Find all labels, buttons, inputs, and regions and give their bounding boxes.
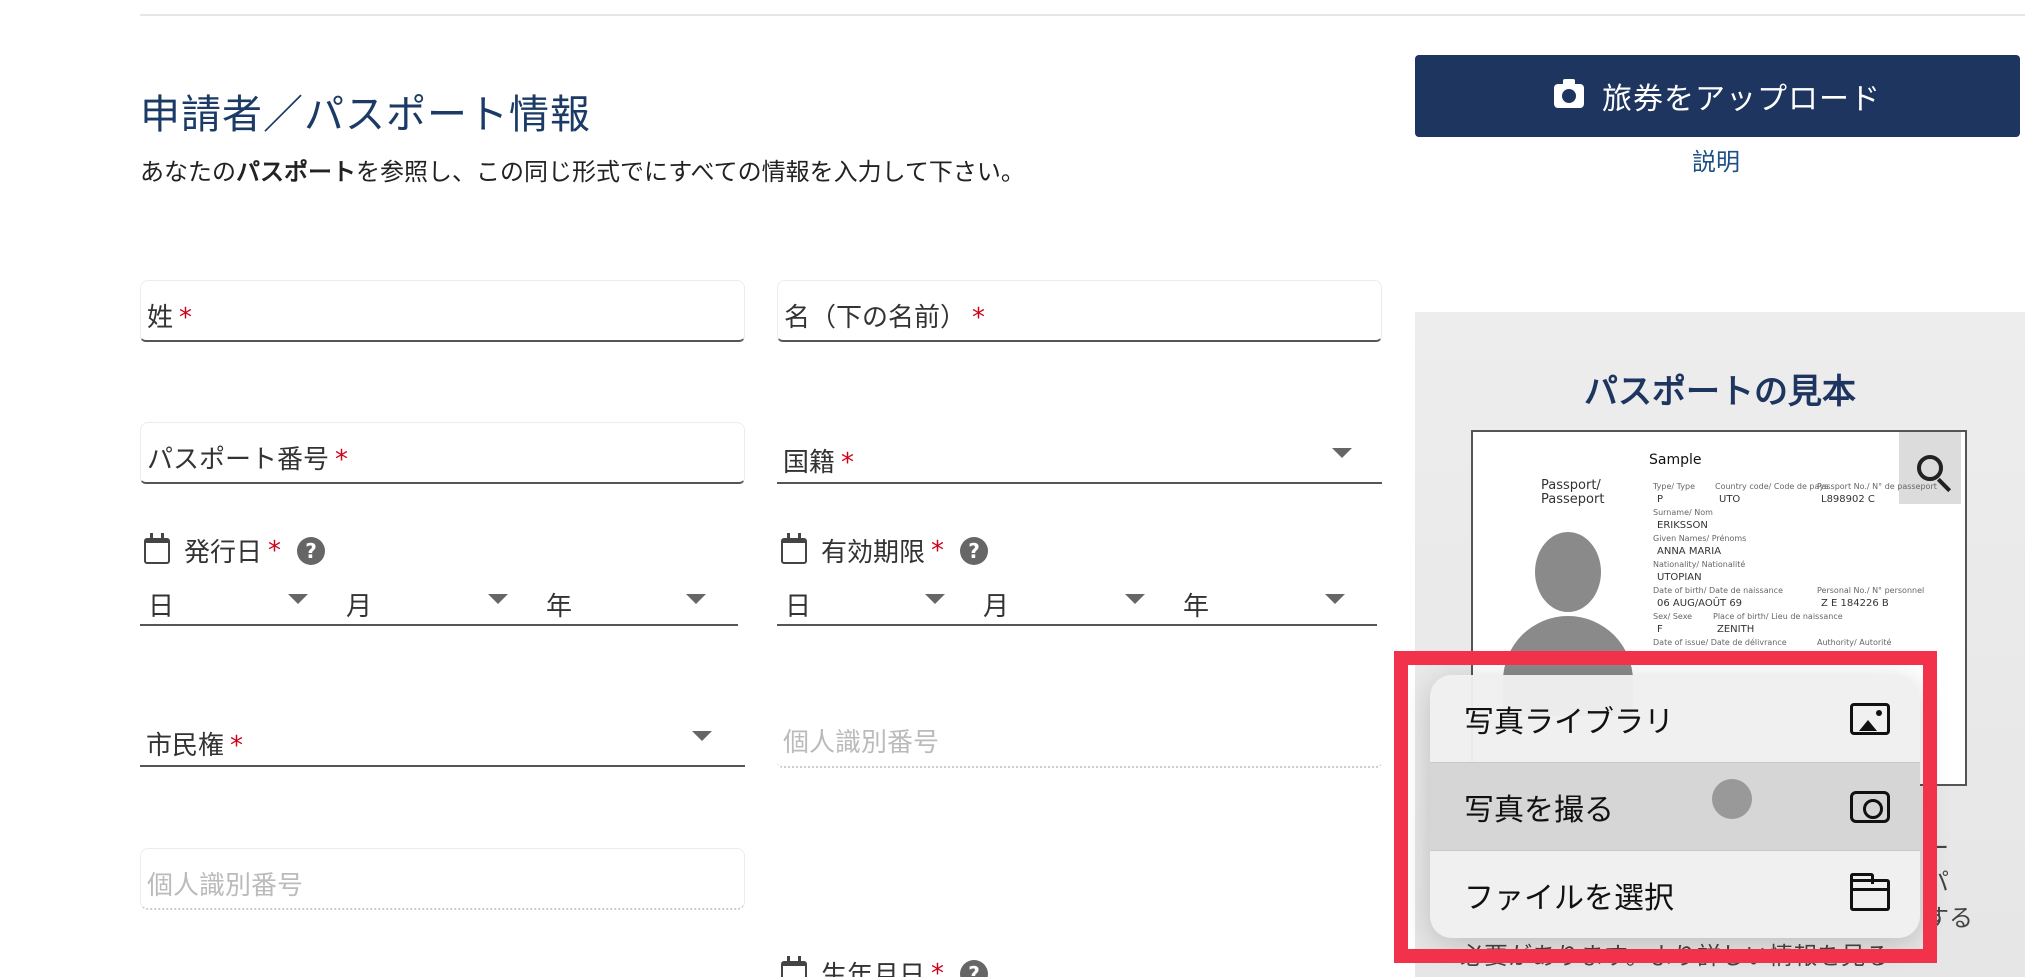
pp-title: Passport/ [1541, 478, 1601, 493]
chevron-down-icon [1325, 594, 1345, 604]
pp-nat-label: Nationality/ Nationalité [1653, 560, 1746, 569]
section-description: あなたのパスポートを参照し、この同じ形式でにすべての情報を入力して下さい。 [140, 152, 1025, 187]
pp-surname-label: Surname/ Nom [1653, 508, 1713, 517]
expiry-year-select[interactable]: 年 [1175, 582, 1355, 622]
zoom-button[interactable] [1899, 432, 1961, 504]
nationality-select[interactable]: 国籍 * [777, 422, 1382, 484]
section-title: 申請者／パスポート情報 [140, 92, 591, 138]
issue-date-row: 日 月 年 [140, 582, 738, 626]
pp-number-label: Passport No./ N° de passeport [1817, 482, 1937, 491]
expiry-day-select[interactable]: 日 [777, 582, 957, 622]
expiry-date-header: 有効期限 * ? [781, 532, 989, 569]
pp-nat-value: UTOPIAN [1657, 572, 1702, 583]
required-mark: * [179, 303, 193, 333]
birth-date-header: 生年月日 * ? [781, 955, 989, 977]
given-name-label: 名（下の名前） * [784, 303, 986, 333]
pp-pn-label: Personal No./ N° personnel [1817, 586, 1925, 595]
required-mark: * [931, 958, 945, 977]
highlight-frame [1394, 651, 1937, 963]
pp-doi-label: Date of issue/ Date de délivrance [1653, 638, 1787, 647]
pp-pob-label: Place of birth/ Lieu de naissance [1713, 612, 1843, 621]
required-mark: * [335, 445, 349, 475]
chevron-down-icon [288, 594, 308, 604]
help-icon[interactable]: ? [960, 959, 989, 977]
issue-year-select[interactable]: 年 [538, 582, 718, 622]
chevron-down-icon [1125, 594, 1145, 604]
pp-given-value: ANNA MARIA [1657, 546, 1722, 557]
pp-pn-value: Z E 184226 B [1821, 598, 1889, 609]
pp-type-value: P [1657, 494, 1664, 505]
calendar-icon [781, 955, 807, 977]
pp-title2: Passeport [1541, 492, 1605, 507]
required-mark: * [931, 535, 945, 566]
expiry-date-row: 日 月 年 [777, 582, 1377, 626]
personal-id-placeholder: 個人識別番号 [783, 728, 940, 758]
pp-dob-label: Date of birth/ Date de naissance [1653, 586, 1783, 595]
surname-label: 姓 * [147, 303, 193, 333]
pp-sex-value: F [1657, 624, 1663, 635]
issue-date-label: 発行日 [184, 538, 263, 568]
desc-post: を参照し、この同じ形式でにすべての情報を入力して下さい。 [356, 158, 1025, 186]
issue-month-select[interactable]: 月 [338, 582, 518, 622]
calendar-icon [781, 532, 807, 564]
expiry-month-select[interactable]: 月 [975, 582, 1155, 622]
personal-id-field-2[interactable]: 個人識別番号 [140, 848, 745, 910]
chevron-down-icon [1332, 448, 1352, 458]
personal-id-field[interactable]: 個人識別番号 [777, 706, 1382, 768]
personal-id-placeholder: 個人識別番号 [147, 871, 304, 901]
pp-dob-value: 06 AUG/AOÛT 69 [1657, 598, 1743, 609]
pp-pob-value: ZENITH [1717, 624, 1755, 635]
nationality-label: 国籍 * [783, 448, 855, 478]
help-icon[interactable]: ? [960, 536, 989, 565]
chevron-down-icon [925, 594, 945, 604]
upload-button-label: 旅券をアップロード [1602, 82, 1881, 117]
chevron-down-icon [692, 731, 712, 741]
pp-sex-label: Sex/ Sexe [1653, 612, 1693, 621]
expiry-date-label: 有効期限 [821, 538, 926, 568]
top-divider [140, 14, 2025, 16]
pp-number-value: L898902 C [1821, 494, 1875, 505]
surname-field[interactable]: 姓 * [140, 280, 745, 342]
required-mark: * [841, 448, 855, 478]
issue-date-header: 発行日 * ? [144, 532, 326, 569]
citizenship-select[interactable]: 市民権 * [140, 705, 745, 767]
desc-bold: パスポート [236, 158, 356, 186]
passport-number-field[interactable]: パスポート番号 * [140, 422, 745, 484]
required-mark: * [268, 535, 282, 566]
pp-country-label: Country code/ Code de pays [1715, 482, 1829, 491]
birth-date-label: 生年月日 [821, 961, 926, 977]
help-icon[interactable]: ? [297, 536, 326, 565]
camera-icon [1554, 79, 1584, 108]
given-name-field[interactable]: 名（下の名前） * [777, 280, 1382, 342]
pp-sample-word: Sample [1649, 452, 1702, 468]
upload-passport-button[interactable]: 旅券をアップロード [1415, 55, 2020, 137]
citizenship-label: 市民権 * [146, 731, 244, 761]
issue-day-select[interactable]: 日 [140, 582, 320, 622]
required-mark: * [230, 731, 244, 761]
pp-type-label: Type/ Type [1653, 482, 1695, 491]
magnifier-icon [1917, 455, 1943, 481]
avatar-icon [1535, 532, 1601, 612]
passport-number-label: パスポート番号 * [147, 445, 349, 475]
pp-country-value: UTO [1719, 494, 1741, 505]
pp-given-label: Given Names/ Prénoms [1653, 534, 1747, 543]
chevron-down-icon [686, 594, 706, 604]
chevron-down-icon [488, 594, 508, 604]
pp-auth-label: Authority/ Autorité [1817, 638, 1892, 647]
explanation-link[interactable]: 説明 [1692, 142, 1740, 177]
calendar-icon [144, 532, 170, 564]
pp-surname-value: ERIKSSON [1657, 520, 1708, 531]
sample-title: パスポートの見本 [1584, 372, 1856, 412]
desc-pre: あなたの [140, 158, 236, 186]
required-mark: * [972, 303, 986, 333]
